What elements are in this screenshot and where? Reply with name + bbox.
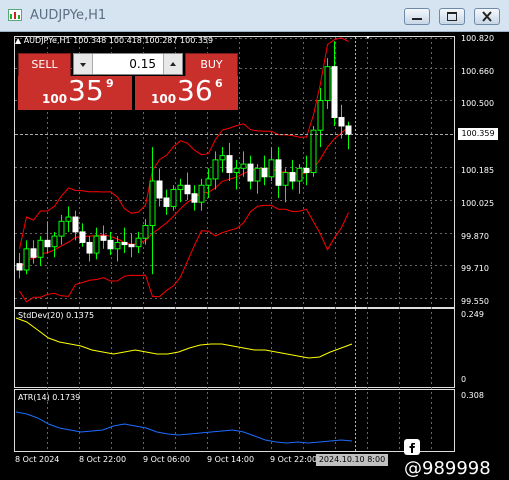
price-tick: 99.710 [461, 264, 489, 273]
candle-body [156, 180, 163, 199]
band-middle [19, 126, 349, 271]
lot-size-field[interactable]: 0.15 [73, 53, 183, 75]
candle-body [107, 239, 114, 250]
candle-body [191, 193, 198, 203]
candle-body [289, 172, 296, 182]
time-tick: 9 Oct 06:00 [143, 455, 191, 464]
price-tick: 100.025 [461, 199, 495, 208]
candle-body [114, 241, 121, 250]
candle-body [219, 155, 226, 161]
candle-body [72, 216, 79, 233]
atr-frame [14, 389, 455, 452]
sell-price-big: 35 [68, 74, 104, 107]
buy-price-point: 6 [215, 77, 223, 90]
candle-body [345, 125, 352, 135]
candle-body [37, 239, 44, 258]
price-tick: 100.660 [461, 67, 495, 76]
sell-price-prefix: 100 [42, 92, 68, 106]
price-tick: 99.870 [461, 232, 489, 241]
candle-body [121, 241, 128, 246]
candle-body [79, 231, 86, 243]
candle-body [86, 241, 93, 254]
candle-body [268, 159, 275, 178]
candle-body [247, 163, 254, 182]
time-tick: 8 Oct 2024 [15, 455, 60, 464]
candle-body [58, 220, 65, 237]
lot-decrease-button[interactable] [74, 54, 93, 74]
candle-body [205, 178, 212, 186]
buy-price-big: 36 [177, 74, 213, 107]
price-tick: 100.185 [461, 166, 495, 175]
candle-body [23, 248, 30, 271]
crosshair-time-label: 2024.10.10 8:00 [316, 454, 388, 466]
watermark: @989998 [404, 437, 509, 479]
buy-price-prefix: 100 [151, 92, 177, 106]
stddev-axis-bottom: 0 [461, 375, 467, 384]
candle-body [170, 189, 177, 207]
facebook-icon [404, 439, 420, 455]
candle-body [184, 184, 191, 195]
candle-body [261, 167, 268, 178]
price-tick: 100.820 [461, 34, 495, 43]
candle-body [296, 167, 303, 182]
candle-body [331, 66, 338, 118]
time-tick: 9 Oct 14:00 [207, 455, 255, 464]
current-price-label: 100.359 [458, 128, 498, 140]
candle-body [44, 239, 51, 248]
candle-body [282, 172, 289, 186]
candle-body [51, 235, 58, 248]
sell-price-display[interactable]: 100 35 9 [18, 74, 132, 110]
candle-body [212, 159, 219, 180]
watermark-text: @989998 [404, 458, 491, 479]
sell-price-point: 9 [106, 77, 114, 90]
candle-body [65, 216, 72, 222]
arrow-up-icon [170, 62, 176, 66]
candle-body [142, 225, 149, 239]
atr-axis-top: 0.308 [461, 391, 484, 400]
candle-body [177, 184, 184, 191]
candle-body [303, 167, 310, 174]
lot-size-value[interactable]: 0.15 [94, 57, 162, 71]
chart-menu-icon[interactable]: ▲ [15, 36, 21, 45]
symbol-header: ▲ AUDJPYe,H1 100.348 100.418 100.287 100… [15, 36, 213, 45]
stddev-title: StdDev(20) 0.1375 [18, 311, 95, 320]
time-tick: 9 Oct 22:00 [270, 455, 318, 464]
one-click-trading-panel: SELL 0.15 BUY 100 35 9 100 36 6 [18, 53, 238, 110]
candle-body [93, 235, 100, 254]
candle-body [226, 155, 233, 174]
candle-body [16, 263, 23, 271]
lot-increase-button[interactable] [163, 54, 182, 74]
candle-body [233, 167, 240, 174]
candle-body [100, 235, 107, 241]
price-tick: 100.500 [461, 99, 495, 108]
ohlc-values: 100.348 100.418 100.287 100.359 [73, 36, 214, 45]
symbol-label: AUDJPYe,H1 [23, 36, 71, 45]
candle-body [275, 159, 282, 186]
buy-price-display[interactable]: 100 36 6 [135, 74, 238, 110]
buy-label: BUY [200, 58, 223, 71]
candle-body [324, 66, 331, 102]
time-tick: 8 Oct 22:00 [79, 455, 127, 464]
candle-body [149, 180, 156, 227]
stddev-frame [14, 308, 455, 388]
atr-line [15, 411, 353, 444]
atr-title: ATR(14) 0.1739 [18, 393, 81, 402]
candle-body [310, 129, 317, 174]
candle-body [30, 248, 37, 258]
candle-body [163, 197, 170, 207]
candle-body [128, 244, 135, 248]
candle-body [317, 100, 324, 131]
sell-label: SELL [31, 58, 58, 71]
candle-body [240, 163, 247, 169]
candle-body [198, 184, 205, 203]
arrow-down-icon [80, 63, 86, 67]
candle-body [254, 167, 261, 182]
stddev-axis-top: 0.249 [461, 310, 484, 319]
candle-body [338, 116, 345, 127]
price-tick: 99.550 [461, 297, 489, 306]
candle-body [135, 237, 142, 248]
stddev-line [15, 317, 353, 359]
